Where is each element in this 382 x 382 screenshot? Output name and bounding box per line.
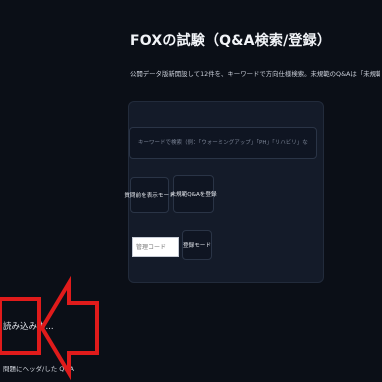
left-arrow-icon xyxy=(0,275,99,381)
